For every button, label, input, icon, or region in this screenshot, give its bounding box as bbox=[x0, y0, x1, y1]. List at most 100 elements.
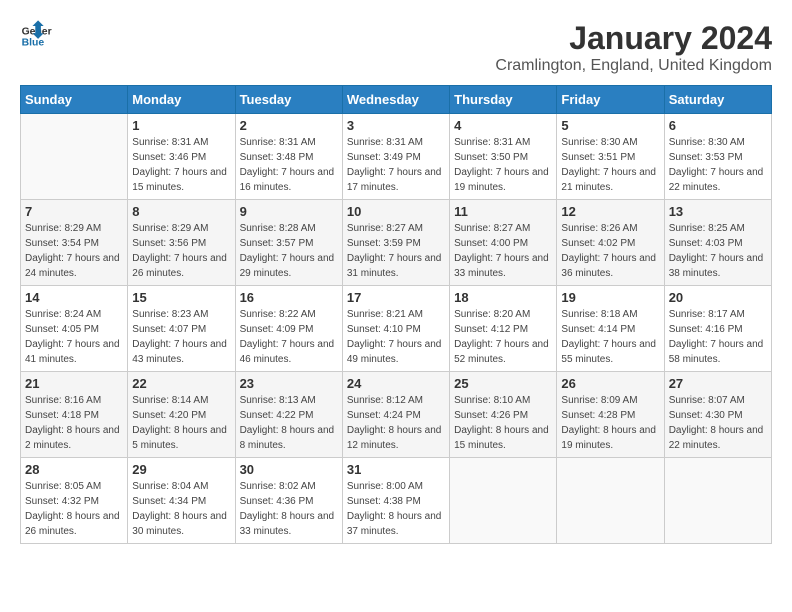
day-info: Sunrise: 8:10 AMSunset: 4:26 PMDaylight:… bbox=[454, 393, 552, 453]
day-info: Sunrise: 8:12 AMSunset: 4:24 PMDaylight:… bbox=[347, 393, 445, 453]
day-info: Sunrise: 8:05 AMSunset: 4:32 PMDaylight:… bbox=[25, 479, 123, 539]
logo-icon: General Blue bbox=[20, 20, 52, 52]
calendar-cell: 28Sunrise: 8:05 AMSunset: 4:32 PMDayligh… bbox=[21, 458, 128, 544]
weekday-header-row: SundayMondayTuesdayWednesdayThursdayFrid… bbox=[21, 86, 772, 114]
day-number: 25 bbox=[454, 376, 552, 391]
calendar-cell: 11Sunrise: 8:27 AMSunset: 4:00 PMDayligh… bbox=[450, 200, 557, 286]
day-number: 18 bbox=[454, 290, 552, 305]
calendar-cell bbox=[664, 458, 771, 544]
day-number: 7 bbox=[25, 204, 123, 219]
weekday-header-monday: Monday bbox=[128, 86, 235, 114]
day-info: Sunrise: 8:04 AMSunset: 4:34 PMDaylight:… bbox=[132, 479, 230, 539]
day-number: 3 bbox=[347, 118, 445, 133]
day-info: Sunrise: 8:14 AMSunset: 4:20 PMDaylight:… bbox=[132, 393, 230, 453]
calendar-body: 1 Sunrise: 8:31 AMSunset: 3:46 PMDaylight… bbox=[21, 114, 772, 544]
title-area: January 2024 Cramlington, England, Unite… bbox=[495, 20, 772, 75]
day-number: 24 bbox=[347, 376, 445, 391]
calendar-cell: 18 Sunrise: 8:20 AMSunset: 4:12 PMDayligh… bbox=[450, 286, 557, 372]
calendar-cell: 20Sunrise: 8:17 AMSunset: 4:16 PMDayligh… bbox=[664, 286, 771, 372]
week-row-2: 14Sunrise: 8:24 AMSunset: 4:05 PMDayligh… bbox=[21, 286, 772, 372]
day-number: 15 bbox=[132, 290, 230, 305]
day-info: Sunrise: 8:09 AMSunset: 4:28 PMDaylight:… bbox=[561, 393, 659, 453]
day-number: 10 bbox=[347, 204, 445, 219]
svg-text:Blue: Blue bbox=[22, 38, 45, 49]
calendar-cell: 23 Sunrise: 8:13 AMSunset: 4:22 PMDayligh… bbox=[235, 372, 342, 458]
calendar-cell: 13Sunrise: 8:25 AMSunset: 4:03 PMDayligh… bbox=[664, 200, 771, 286]
day-info: Sunrise: 8:17 AMSunset: 4:16 PMDaylight:… bbox=[669, 307, 767, 367]
calendar-cell: 15 Sunrise: 8:23 AMSunset: 4:07 PMDayligh… bbox=[128, 286, 235, 372]
calendar-cell: 7 Sunrise: 8:29 AMSunset: 3:54 PMDaylight… bbox=[21, 200, 128, 286]
calendar-cell: 30 Sunrise: 8:02 AMSunset: 4:36 PMDayligh… bbox=[235, 458, 342, 544]
day-number: 4 bbox=[454, 118, 552, 133]
day-number: 21 bbox=[25, 376, 123, 391]
weekday-header-saturday: Saturday bbox=[664, 86, 771, 114]
day-info: Sunrise: 8:18 AMSunset: 4:14 PMDaylight:… bbox=[561, 307, 659, 367]
calendar-cell bbox=[557, 458, 664, 544]
day-number: 2 bbox=[240, 118, 338, 133]
day-number: 19 bbox=[561, 290, 659, 305]
day-info: Sunrise: 8:29 AMSunset: 3:54 PMDaylight:… bbox=[25, 221, 123, 281]
week-row-4: 28Sunrise: 8:05 AMSunset: 4:32 PMDayligh… bbox=[21, 458, 772, 544]
calendar-cell: 2Sunrise: 8:31 AMSunset: 3:48 PMDaylight… bbox=[235, 114, 342, 200]
day-info: Sunrise: 8:07 AMSunset: 4:30 PMDaylight:… bbox=[669, 393, 767, 453]
day-info: Sunrise: 8:31 AMSunset: 3:49 PMDaylight:… bbox=[347, 135, 445, 195]
week-row-0: 1 Sunrise: 8:31 AMSunset: 3:46 PMDaylight… bbox=[21, 114, 772, 200]
calendar-cell: 5 Sunrise: 8:30 AMSunset: 3:51 PMDaylight… bbox=[557, 114, 664, 200]
week-row-3: 21Sunrise: 8:16 AMSunset: 4:18 PMDayligh… bbox=[21, 372, 772, 458]
day-number: 17 bbox=[347, 290, 445, 305]
day-number: 8 bbox=[132, 204, 230, 219]
weekday-header-tuesday: Tuesday bbox=[235, 86, 342, 114]
location: Cramlington, England, United Kingdom bbox=[495, 57, 772, 75]
day-number: 5 bbox=[561, 118, 659, 133]
weekday-header-sunday: Sunday bbox=[21, 86, 128, 114]
calendar-cell: 6Sunrise: 8:30 AMSunset: 3:53 PMDaylight… bbox=[664, 114, 771, 200]
calendar-cell: 8 Sunrise: 8:29 AMSunset: 3:56 PMDaylight… bbox=[128, 200, 235, 286]
day-info: Sunrise: 8:26 AMSunset: 4:02 PMDaylight:… bbox=[561, 221, 659, 281]
day-number: 13 bbox=[669, 204, 767, 219]
day-number: 9 bbox=[240, 204, 338, 219]
day-number: 27 bbox=[669, 376, 767, 391]
day-info: Sunrise: 8:22 AMSunset: 4:09 PMDaylight:… bbox=[240, 307, 338, 367]
day-number: 16 bbox=[240, 290, 338, 305]
day-info: Sunrise: 8:02 AMSunset: 4:36 PMDaylight:… bbox=[240, 479, 338, 539]
calendar-cell: 3 Sunrise: 8:31 AMSunset: 3:49 PMDaylight… bbox=[342, 114, 449, 200]
day-info: Sunrise: 8:13 AMSunset: 4:22 PMDaylight:… bbox=[240, 393, 338, 453]
day-number: 30 bbox=[240, 462, 338, 477]
day-number: 12 bbox=[561, 204, 659, 219]
logo: General Blue bbox=[20, 20, 52, 52]
day-info: Sunrise: 8:31 AMSunset: 3:46 PMDaylight:… bbox=[132, 135, 230, 195]
calendar-cell bbox=[21, 114, 128, 200]
day-info: Sunrise: 8:30 AMSunset: 3:53 PMDaylight:… bbox=[669, 135, 767, 195]
day-number: 26 bbox=[561, 376, 659, 391]
calendar-cell: 31Sunrise: 8:00 AMSunset: 4:38 PMDayligh… bbox=[342, 458, 449, 544]
calendar-cell: 25 Sunrise: 8:10 AMSunset: 4:26 PMDayligh… bbox=[450, 372, 557, 458]
calendar-cell: 10 Sunrise: 8:27 AMSunset: 3:59 PMDayligh… bbox=[342, 200, 449, 286]
calendar-cell: 4 Sunrise: 8:31 AMSunset: 3:50 PMDaylight… bbox=[450, 114, 557, 200]
calendar-cell: 19 Sunrise: 8:18 AMSunset: 4:14 PMDayligh… bbox=[557, 286, 664, 372]
calendar-cell: 22 Sunrise: 8:14 AMSunset: 4:20 PMDayligh… bbox=[128, 372, 235, 458]
calendar-cell: 24 Sunrise: 8:12 AMSunset: 4:24 PMDayligh… bbox=[342, 372, 449, 458]
day-number: 23 bbox=[240, 376, 338, 391]
day-number: 31 bbox=[347, 462, 445, 477]
day-info: Sunrise: 8:23 AMSunset: 4:07 PMDaylight:… bbox=[132, 307, 230, 367]
day-info: Sunrise: 8:27 AMSunset: 3:59 PMDaylight:… bbox=[347, 221, 445, 281]
day-info: Sunrise: 8:31 AMSunset: 3:50 PMDaylight:… bbox=[454, 135, 552, 195]
day-info: Sunrise: 8:21 AMSunset: 4:10 PMDaylight:… bbox=[347, 307, 445, 367]
calendar-cell bbox=[450, 458, 557, 544]
calendar-cell: 14Sunrise: 8:24 AMSunset: 4:05 PMDayligh… bbox=[21, 286, 128, 372]
day-number: 1 bbox=[132, 118, 230, 133]
weekday-header-friday: Friday bbox=[557, 86, 664, 114]
calendar-cell: 9 Sunrise: 8:28 AMSunset: 3:57 PMDaylight… bbox=[235, 200, 342, 286]
day-info: Sunrise: 8:24 AMSunset: 4:05 PMDaylight:… bbox=[25, 307, 123, 367]
calendar-cell: 16 Sunrise: 8:22 AMSunset: 4:09 PMDayligh… bbox=[235, 286, 342, 372]
day-info: Sunrise: 8:30 AMSunset: 3:51 PMDaylight:… bbox=[561, 135, 659, 195]
day-info: Sunrise: 8:29 AMSunset: 3:56 PMDaylight:… bbox=[132, 221, 230, 281]
day-info: Sunrise: 8:20 AMSunset: 4:12 PMDaylight:… bbox=[454, 307, 552, 367]
page-header: General Blue January 2024 Cramlington, E… bbox=[20, 20, 772, 75]
calendar-cell: 12 Sunrise: 8:26 AMSunset: 4:02 PMDayligh… bbox=[557, 200, 664, 286]
day-info: Sunrise: 8:27 AMSunset: 4:00 PMDaylight:… bbox=[454, 221, 552, 281]
day-number: 22 bbox=[132, 376, 230, 391]
day-number: 29 bbox=[132, 462, 230, 477]
calendar-cell: 29 Sunrise: 8:04 AMSunset: 4:34 PMDayligh… bbox=[128, 458, 235, 544]
day-info: Sunrise: 8:28 AMSunset: 3:57 PMDaylight:… bbox=[240, 221, 338, 281]
